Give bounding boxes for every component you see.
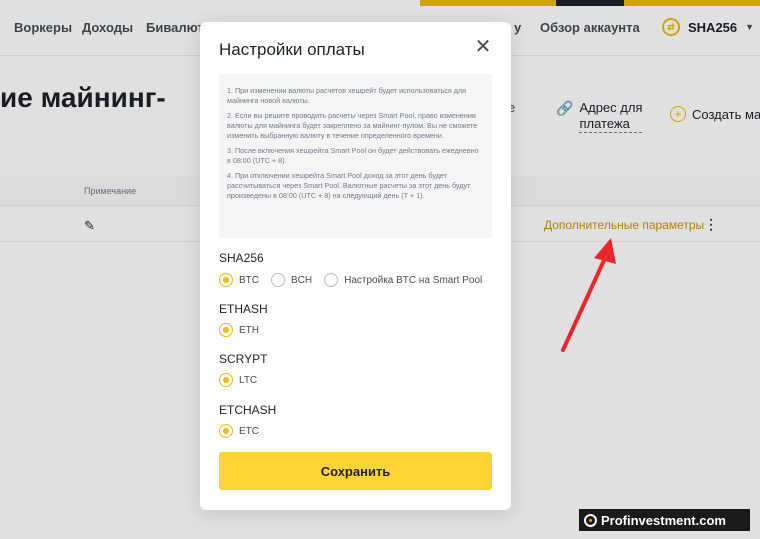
radio-etc[interactable]: ETC	[219, 424, 259, 438]
radio-dot	[219, 323, 233, 337]
radio-label: BCH	[291, 274, 313, 286]
radio-bch[interactable]: BCH	[271, 273, 312, 287]
watermark-icon	[584, 513, 597, 527]
radio-dot	[324, 273, 339, 287]
group-label-sha256: SHA256	[219, 251, 264, 265]
radio-group-sha256: BTC BCH Настройка BTC на Smart Pool	[219, 273, 494, 287]
payment-settings-modal: Настройки оплаты ✕ 1. При изменении валю…	[200, 22, 511, 510]
close-icon[interactable]: ✕	[472, 36, 494, 58]
info-note-1: 1. При изменении валюты расчетов хешрейт…	[227, 86, 467, 105]
radio-eth[interactable]: ETH	[219, 323, 259, 337]
radio-group-etchash: ETC	[219, 424, 271, 438]
radio-btc[interactable]: BTC	[219, 273, 259, 287]
radio-label: BTC	[239, 274, 259, 286]
group-label-scrypt: SCRYPT	[219, 352, 268, 366]
radio-label: Настройка BTC на Smart Pool	[344, 274, 483, 286]
info-box: 1. При изменении валюты расчетов хешрейт…	[219, 74, 492, 238]
radio-btc-smart-pool[interactable]: Настройка BTC на Smart Pool	[324, 273, 482, 287]
info-note-2: 2. Если вы решите проводить расчеты чере…	[227, 111, 478, 140]
info-note-4: 4. При отключении хешрейта Smart Pool до…	[227, 171, 471, 200]
group-label-etchash: ETCHASH	[219, 403, 277, 417]
radio-dot	[271, 273, 285, 287]
group-label-ethash: ETHASH	[219, 302, 268, 316]
radio-label: ETH	[239, 324, 259, 336]
radio-group-ethash: ETH	[219, 323, 271, 337]
radio-label: LTC	[239, 374, 258, 386]
radio-dot	[219, 424, 233, 438]
modal-title: Настройки оплаты	[219, 40, 365, 59]
radio-dot	[219, 273, 233, 287]
radio-ltc[interactable]: LTC	[219, 373, 257, 387]
radio-dot	[219, 373, 233, 387]
watermark-text: Profinvestment.com	[601, 512, 726, 528]
radio-group-scrypt: LTC	[219, 373, 269, 387]
save-button[interactable]: Сохранить	[219, 452, 492, 490]
radio-label: ETC	[239, 425, 259, 437]
watermark-logo: Profinvestment.com	[579, 509, 750, 531]
info-note-3: 3. После включения хешрейта Smart Pool о…	[227, 146, 479, 165]
